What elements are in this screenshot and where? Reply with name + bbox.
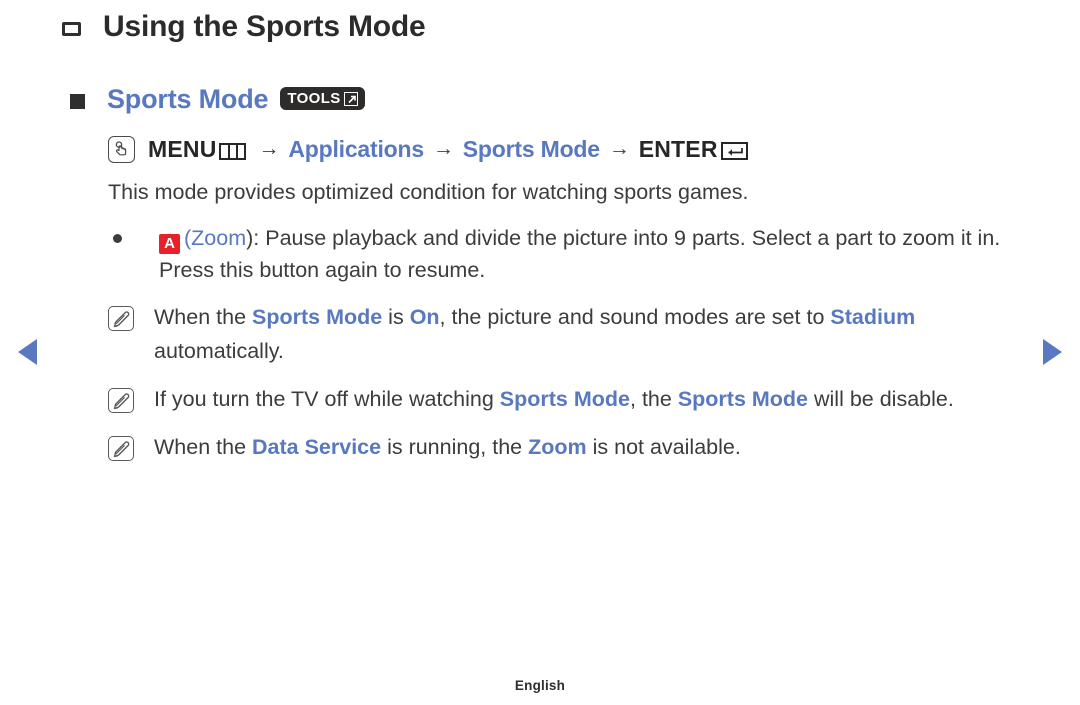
note-highlight: Sports Mode — [677, 387, 809, 411]
enter-label: ENTER — [638, 135, 718, 162]
tools-badge[interactable]: TOOLS — [280, 87, 365, 110]
note-highlight: Data Service — [252, 435, 382, 459]
notes-list: When the Sports Mode is On, the picture … — [108, 300, 1020, 464]
note-highlight: Stadium — [830, 305, 916, 329]
path-arrow-3: → — [608, 137, 630, 160]
prev-page-arrow-icon[interactable] — [18, 339, 37, 365]
menu-step-sports-mode: Sports Mode — [462, 135, 600, 162]
section-heading: Sports Mode — [107, 84, 269, 114]
note-highlight: On — [409, 305, 440, 329]
note-plain: When the — [154, 435, 252, 459]
filled-square-bullet-icon — [70, 94, 85, 109]
menu-step-applications: Applications — [288, 135, 424, 162]
menu-label: MENU — [148, 135, 217, 162]
path-arrow-2: → — [432, 137, 454, 160]
note-plain: automatically. — [154, 339, 284, 363]
dot-bullet-icon — [113, 234, 122, 243]
note-plain: will be disable. — [808, 387, 954, 411]
footer-language: English — [514, 678, 566, 693]
note-highlight: Sports Mode — [499, 387, 630, 411]
menu-grid-icon — [218, 142, 246, 160]
path-arrow-1: → — [258, 137, 280, 160]
note-pencil-icon — [108, 306, 134, 331]
note-highlight: Zoom — [528, 435, 587, 459]
a-button-badge: A — [159, 234, 180, 254]
note-plain: , the — [630, 387, 678, 411]
zoom-paren-close: ): — [246, 226, 266, 250]
popup-window-arrow-icon — [343, 91, 358, 106]
note-pencil-icon — [108, 388, 134, 413]
note-highlight: Sports Mode — [252, 305, 383, 329]
page-title: Using the Sports Mode — [103, 10, 426, 43]
zoom-bullet-row: A (Zoom): Pause playback and divide the p… — [108, 222, 1020, 286]
note-pencil-icon — [108, 436, 134, 461]
note-plain: is running, the — [381, 435, 529, 459]
enter-return-icon — [720, 142, 748, 160]
note-row: When the Data Service is running, the Zo… — [108, 430, 1020, 464]
note-plain: is not available. — [586, 435, 741, 459]
note-plain: When the — [154, 305, 252, 329]
description-text: This mode provides optimized condition f… — [108, 180, 749, 204]
tools-badge-label: TOOLS — [287, 90, 341, 107]
zoom-bullet-body: A (Zoom): Pause playback and divide the p… — [159, 222, 1020, 286]
manual-page: Using the Sports Mode Sports Mode TOOLS — [0, 0, 1080, 705]
note-text: When the Sports Mode is On, the picture … — [154, 300, 1020, 368]
outline-square-bullet-icon — [62, 22, 81, 36]
note-text: When the Data Service is running, the Zo… — [154, 430, 741, 464]
note-row: When the Sports Mode is On, the picture … — [108, 300, 1020, 368]
note-plain: If you turn the TV off while watching — [154, 387, 500, 411]
next-page-arrow-icon[interactable] — [1043, 339, 1062, 365]
touch-button-icon — [108, 135, 135, 163]
content-area: MENU → Applications → Sports Mode → ENTE… — [108, 128, 1020, 464]
section-heading-row: Sports Mode TOOLS — [70, 84, 365, 115]
zoom-bullet-text: Pause playback and divide the picture in… — [159, 226, 1001, 282]
note-row: If you turn the TV off while watching Sp… — [108, 382, 1020, 416]
zoom-link-text: Zoom — [191, 226, 247, 250]
note-plain: , the picture and sound modes are set to — [439, 305, 831, 329]
note-plain: is — [382, 305, 410, 329]
menu-path-line: MENU → Applications → Sports Mode → ENTE… — [108, 128, 1020, 170]
page-title-row: Using the Sports Mode — [62, 10, 426, 44]
note-text: If you turn the TV off while watching Sp… — [154, 382, 954, 416]
